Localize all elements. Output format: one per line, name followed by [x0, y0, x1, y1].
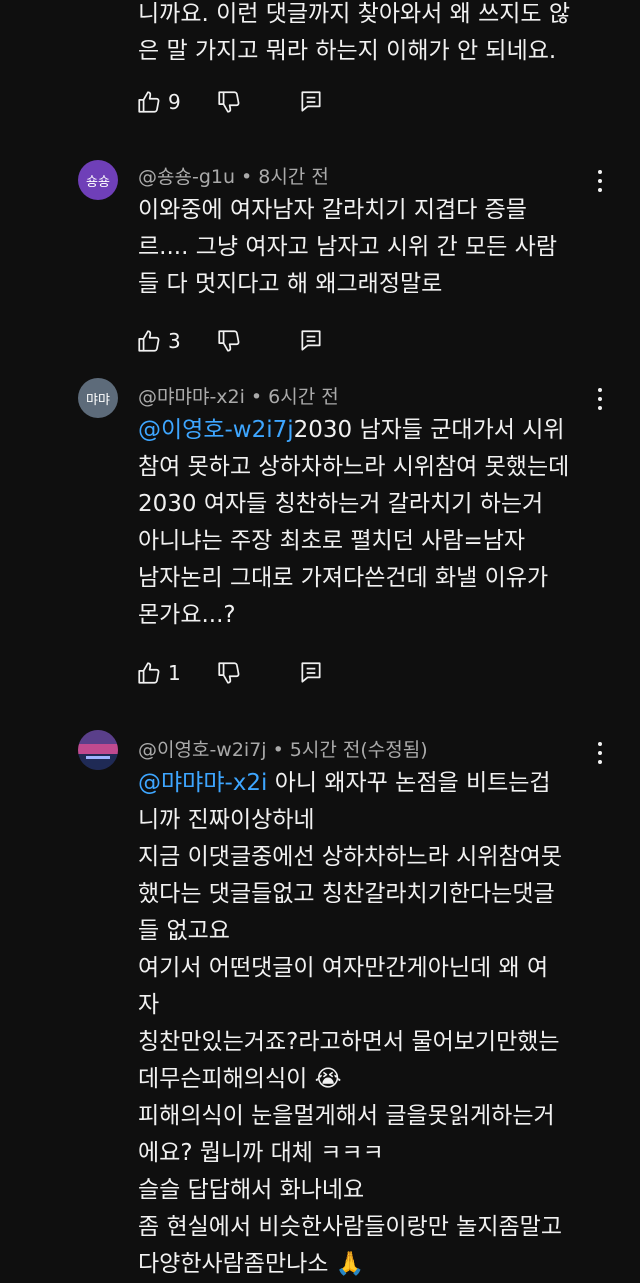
comment-author[interactable]: @숑숑-g1u [138, 166, 235, 188]
comment-body-line: @먀먀먀-x2i 아니 왜자꾸 논점을 비트는겁 [138, 765, 608, 802]
more-options-button[interactable] [592, 740, 608, 766]
comment-time[interactable]: 6시간 전 [268, 386, 339, 408]
comment-body-line: 했다는 댓글들없고 칭찬갈라치기한다는댓글 [138, 881, 555, 907]
separator-dot: • [272, 739, 284, 761]
thumbs-up-icon [138, 91, 160, 113]
comment-body-line: 슬슬 답답해서 화나네요 [138, 1177, 365, 1203]
comment-actions: 9 [136, 88, 324, 116]
comment-body-line: 칭찬만있는거죠?라고하면서 물어보기만했는 [138, 1029, 560, 1055]
comment-body: 이와중에 여자남자 갈라치기 지겹다 증믈르.... 그냥 여자고 남자고 시위… [138, 192, 608, 303]
comment-time[interactable]: 8시간 전 [258, 166, 329, 188]
comment-body: @먀먀먀-x2i 아니 왜자꾸 논점을 비트는겁니까 진짜이상하네지금 이댓글중… [138, 765, 608, 1283]
reply-icon [301, 662, 321, 683]
comment-body-line: 이와중에 여자남자 갈라치기 지겹다 증믈 [138, 197, 527, 223]
reply-icon [301, 91, 321, 112]
comment-body-line: 피해의식이 눈을멀게해서 글을못읽게하는거 [138, 1103, 555, 1129]
mention-link[interactable]: @이영호-w2i7j [138, 417, 294, 443]
reply-icon [301, 330, 321, 351]
avatar[interactable]: 숑숑 [78, 160, 118, 200]
reply-button[interactable] [298, 328, 324, 354]
thumbs-down-icon [218, 662, 240, 684]
thumbs-down-icon [218, 330, 240, 352]
avatar-text: 숑숑 [86, 174, 110, 190]
avatar-image [78, 730, 118, 770]
thumbs-down-icon [218, 91, 240, 113]
comment-body-line: 다양한사람좀만나소 🙏 [138, 1251, 365, 1277]
avatar[interactable] [78, 730, 118, 770]
comment-body-line: 에요? 뭡니까 대체 ㅋㅋㅋ [138, 1140, 384, 1166]
comment-header: @이영호-w2i7j • 5시간 전(수정됨) [138, 735, 428, 762]
like-button[interactable]: 1 [136, 660, 208, 686]
comment-body-text: 아니 왜자꾸 논점을 비트는겁 [267, 770, 551, 796]
comment-body-line: 니까요. 이런 댓글까지 찾아와서 왜 쓰지도 않 [138, 1, 571, 27]
thumbs-up-icon [138, 330, 160, 352]
like-count: 9 [168, 90, 181, 114]
comment-body-line: 은 말 가지고 뭐라 하는지 이해가 안 되네요. [138, 38, 557, 64]
like-count: 1 [168, 661, 181, 685]
comment-body-line: @이영호-w2i7j2030 남자들 군대가서 시위 [138, 412, 608, 449]
comment-actions: 3 [136, 327, 324, 355]
comment-body-line: 아니냐는 주장 최초로 펼치던 사람=남자 [138, 528, 526, 554]
comment-body-line: 몬가요...? [138, 602, 236, 628]
comment-body-line: 데무슨피해의식이 😭 [138, 1066, 342, 1092]
dislike-button[interactable] [216, 328, 242, 354]
comment-body-line: 좀 현실에서 비슷한사람들이랑만 놀지좀말고 [138, 1214, 562, 1240]
comment-author[interactable]: @먀먀먀-x2i [138, 386, 245, 408]
comment-body-line: 자 [138, 992, 160, 1018]
more-vertical-icon [598, 388, 602, 392]
reply-button[interactable] [298, 89, 324, 115]
comment-header: @숑숑-g1u • 8시간 전 [138, 162, 329, 189]
comment-body: 니까요. 이런 댓글까지 찾아와서 왜 쓰지도 않은 말 가지고 뭐라 하는지 … [138, 0, 608, 70]
separator-dot: • [241, 166, 253, 188]
more-vertical-icon [598, 742, 602, 746]
avatar[interactable]: 먀먀 [78, 378, 118, 418]
avatar-text: 먀먀 [86, 392, 110, 408]
comment-time[interactable]: 5시간 전(수정됨) [290, 739, 428, 761]
like-count: 3 [168, 329, 181, 353]
more-options-button[interactable] [592, 168, 608, 194]
thumbs-up-icon [138, 662, 160, 684]
comment-body-line: 들 다 멋지다고 해 왜그래정말로 [138, 271, 443, 297]
dislike-button[interactable] [216, 660, 242, 686]
comment-body-line: 참여 못하고 상하차하느라 시위참여 못했는데 [138, 454, 570, 480]
like-button[interactable]: 9 [136, 89, 208, 115]
comment-body-line: 남자논리 그대로 가져다쓴건데 화낼 이유가 [138, 565, 549, 591]
comment-body: @이영호-w2i7j2030 남자들 군대가서 시위참여 못하고 상하차하느라 … [138, 412, 608, 634]
comment-body-text: 2030 남자들 군대가서 시위 [293, 417, 565, 443]
separator-dot: • [250, 386, 263, 408]
comment-body-line: 여기서 어떤댓글이 여자만간게아닌데 왜 여 [138, 955, 549, 981]
comment-actions: 1 [136, 659, 324, 687]
more-options-button[interactable] [592, 386, 608, 412]
comment-author[interactable]: @이영호-w2i7j [138, 739, 267, 761]
comment-header: @먀먀먀-x2i • 6시간 전 [138, 382, 339, 409]
more-vertical-icon [598, 170, 602, 174]
reply-button[interactable] [298, 660, 324, 686]
comment-body-line: 들 없고요 [138, 918, 230, 944]
mention-link[interactable]: @먀먀먀-x2i [138, 770, 267, 796]
comment-body-line: 르.... 그냥 여자고 남자고 시위 간 모든 사람 [138, 234, 557, 260]
dislike-button[interactable] [216, 89, 242, 115]
comment-body-line: 2030 여자들 칭찬하는거 갈라치기 하는거 [138, 491, 544, 517]
like-button[interactable]: 3 [136, 328, 208, 354]
comment-body-line: 지금 이댓글중에선 상하차하느라 시위참여못 [138, 844, 562, 870]
comment-body-line: 니까 진짜이상하네 [138, 807, 315, 833]
